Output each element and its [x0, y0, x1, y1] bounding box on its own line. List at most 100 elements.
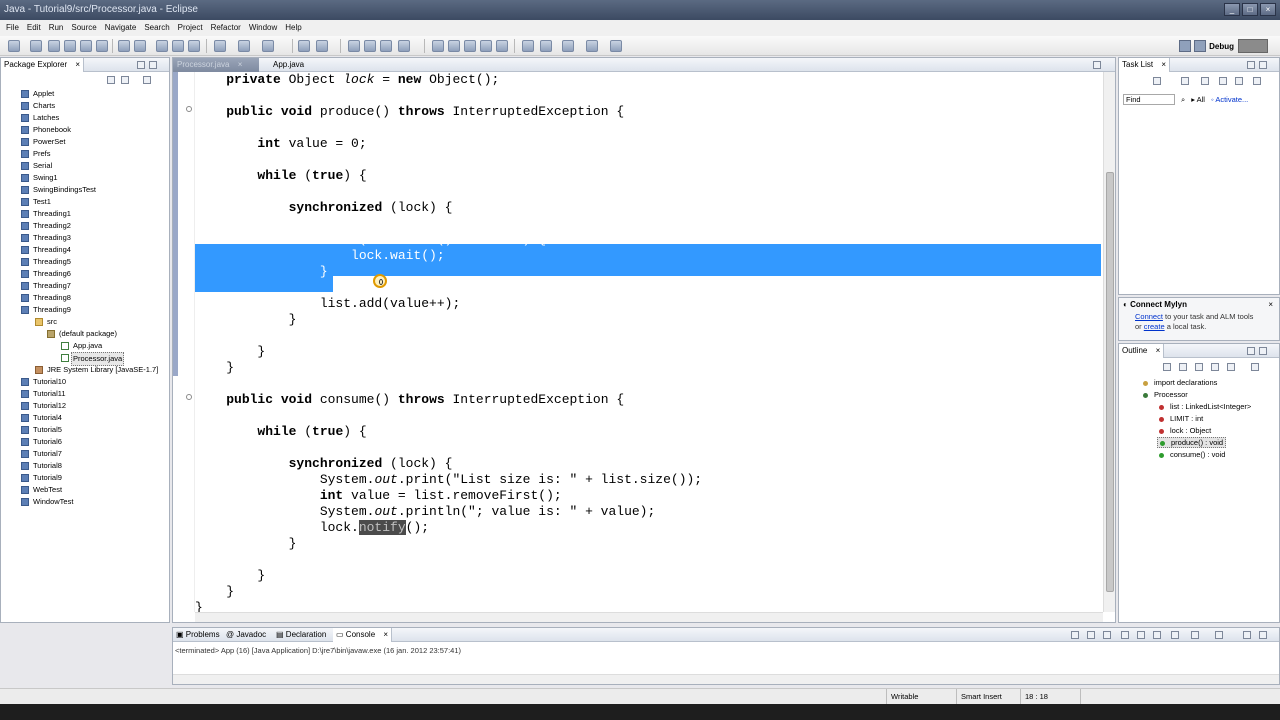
close-icon[interactable]: ×: [75, 60, 80, 69]
open-console-icon[interactable]: [1215, 631, 1223, 639]
save-icon[interactable]: [30, 40, 42, 52]
fold-toggle-icon[interactable]: [186, 106, 192, 112]
scrollbar-thumb[interactable]: [1106, 172, 1114, 592]
tree-item-library[interactable]: JRE System Library [JavaSE-1.7]: [1, 364, 169, 376]
outline-item-field[interactable]: LIMIT : int: [1159, 414, 1203, 423]
tree-item[interactable]: Tutorial6: [1, 436, 169, 448]
print-icon[interactable]: [64, 40, 76, 52]
tree-item[interactable]: Threading5: [1, 256, 169, 268]
maximize-icon[interactable]: [149, 61, 157, 69]
new-task-icon[interactable]: [1153, 77, 1161, 85]
tab-declaration[interactable]: ▤ Declaration: [273, 628, 329, 642]
tree-item[interactable]: Threading3: [1, 232, 169, 244]
tree-item[interactable]: Tutorial4: [1, 412, 169, 424]
outline-item-field[interactable]: list : LinkedList<Integer>: [1159, 402, 1251, 411]
show-on-output-icon[interactable]: [1153, 631, 1161, 639]
tree-item[interactable]: WindowTest: [1, 496, 169, 508]
toggle-highlight-icon[interactable]: [448, 40, 460, 52]
save-all-icon[interactable]: [48, 40, 60, 52]
open-type-icon[interactable]: [188, 40, 200, 52]
find-input[interactable]: Find: [1123, 94, 1175, 105]
menu-edit[interactable]: Edit: [23, 20, 45, 36]
filter-icon[interactable]: [1201, 77, 1209, 85]
clear-console-icon[interactable]: [1121, 631, 1129, 639]
tree-item[interactable]: Threading1: [1, 208, 169, 220]
menu-run[interactable]: Run: [45, 20, 68, 36]
maximize-icon[interactable]: [1259, 631, 1267, 639]
code-area[interactable]: private Object lock = new Object(); publ…: [195, 72, 1101, 615]
categorize-icon[interactable]: [1181, 77, 1189, 85]
editor-vertical-scrollbar[interactable]: [1103, 72, 1115, 612]
task-list-tab[interactable]: Task List ×: [1119, 58, 1171, 72]
outline-tab[interactable]: Outline ×: [1119, 344, 1165, 358]
properties-icon[interactable]: [96, 40, 108, 52]
tree-item[interactable]: Threading8: [1, 292, 169, 304]
menu-project[interactable]: Project: [174, 20, 207, 36]
close-icon[interactable]: ×: [1161, 60, 1166, 69]
view-menu-icon[interactable]: [1251, 363, 1259, 371]
run-icon[interactable]: [238, 40, 250, 52]
view-menu-icon[interactable]: [143, 76, 151, 84]
new-icon[interactable]: [8, 40, 20, 52]
tree-item-file-selected[interactable]: Processor.java: [1, 352, 169, 366]
terminate-icon[interactable]: [1071, 631, 1079, 639]
tree-item[interactable]: Tutorial9: [1, 472, 169, 484]
package-explorer-tab[interactable]: Package Explorer ×: [1, 58, 85, 72]
remove-all-icon[interactable]: [1103, 631, 1111, 639]
pin-console-icon[interactable]: [1171, 631, 1179, 639]
outline-item-field[interactable]: lock : Object: [1159, 426, 1211, 435]
minimize-icon[interactable]: [1243, 631, 1251, 639]
editor-horizontal-scrollbar[interactable]: [195, 612, 1103, 622]
link-with-editor-icon[interactable]: [121, 76, 129, 84]
coverage-icon[interactable]: [262, 40, 274, 52]
tree-item[interactable]: Tutorial11: [1, 388, 169, 400]
last-edit-icon[interactable]: [562, 40, 574, 52]
tab-problems[interactable]: ▣ Problems: [173, 628, 223, 642]
word-wrap-icon[interactable]: [496, 40, 508, 52]
hide-nonpublic-icon[interactable]: [1211, 363, 1219, 371]
tree-item[interactable]: Threading4: [1, 244, 169, 256]
java-perspective-button[interactable]: [1238, 39, 1268, 53]
activate-link[interactable]: ◦ Activate...: [1211, 95, 1248, 104]
previous-annotation-icon[interactable]: [540, 40, 552, 52]
outline-item-imports[interactable]: import declarations: [1143, 378, 1217, 387]
tree-item[interactable]: Applet: [1, 88, 169, 100]
next-annotation-icon[interactable]: [522, 40, 534, 52]
tree-item[interactable]: Test1: [1, 196, 169, 208]
minimize-icon[interactable]: [137, 61, 145, 69]
hide-static-icon[interactable]: [1195, 363, 1203, 371]
sort-icon[interactable]: [1163, 363, 1171, 371]
menu-help[interactable]: Help: [281, 20, 305, 36]
tree-item[interactable]: Threading7: [1, 280, 169, 292]
open-task-icon[interactable]: [348, 40, 360, 52]
tab-javadoc[interactable]: @ Javadoc: [223, 628, 269, 642]
tab-app-java[interactable]: App.java: [269, 58, 308, 72]
search-icon[interactable]: [364, 40, 376, 52]
skip-breakpoints-icon[interactable]: [118, 40, 130, 52]
hide-fields-icon[interactable]: [1179, 363, 1187, 371]
maximize-icon[interactable]: [1093, 61, 1101, 69]
tab-processor-java[interactable]: Processor.java ×: [173, 58, 259, 72]
tree-item-src[interactable]: src: [1, 316, 169, 328]
back-icon[interactable]: [586, 40, 598, 52]
hide-local-types-icon[interactable]: [1227, 363, 1235, 371]
tree-item-expanded[interactable]: Threading9: [1, 304, 169, 316]
open-perspective-icon[interactable]: [1179, 40, 1192, 52]
menu-window[interactable]: Window: [245, 20, 281, 36]
menu-file[interactable]: File: [2, 20, 23, 36]
tree-item[interactable]: Phonebook: [1, 124, 169, 136]
new-package-icon[interactable]: [316, 40, 328, 52]
minimize-button[interactable]: _: [1224, 3, 1240, 16]
tree-item[interactable]: Tutorial10: [1, 376, 169, 388]
tab-console[interactable]: ▭ Console ×: [333, 628, 393, 642]
hide-completed-icon[interactable]: [1219, 77, 1227, 85]
tree-item[interactable]: SwingBindingsTest: [1, 184, 169, 196]
show-whitespace-icon[interactable]: [432, 40, 444, 52]
menu-source[interactable]: Source: [67, 20, 100, 36]
tree-item[interactable]: Tutorial12: [1, 400, 169, 412]
maximize-icon[interactable]: [1259, 61, 1267, 69]
tree-item-package[interactable]: (default package): [1, 328, 169, 340]
menu-search[interactable]: Search: [140, 20, 173, 36]
close-icon[interactable]: ×: [1156, 346, 1161, 355]
view-menu-icon[interactable]: [1253, 77, 1261, 85]
